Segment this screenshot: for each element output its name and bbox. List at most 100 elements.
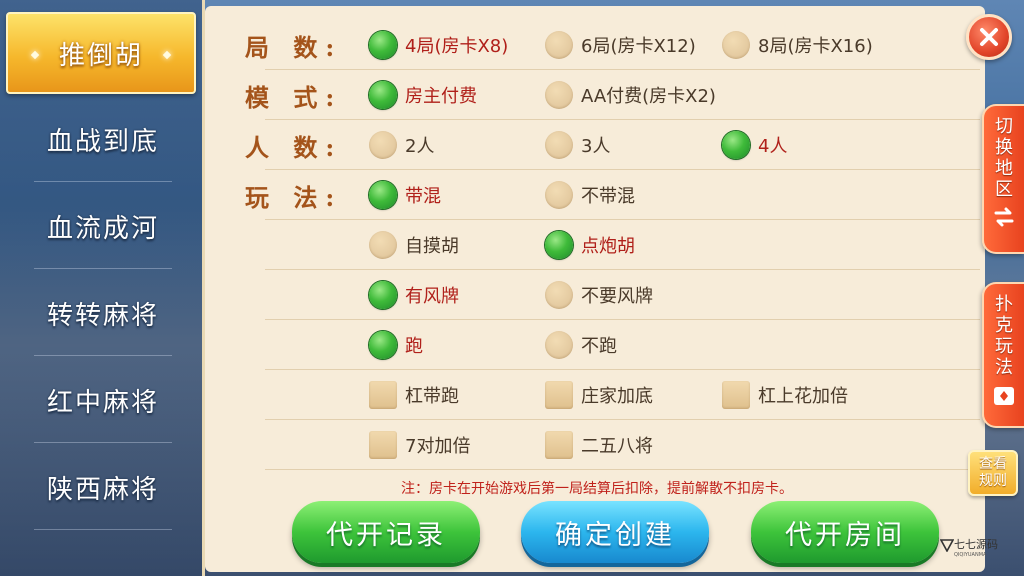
rounds-option-4[interactable]: 4局(房卡X8)	[369, 30, 508, 60]
radio-icon	[545, 31, 573, 59]
option-label: 3人	[581, 136, 611, 157]
checkbox-icon	[545, 431, 573, 459]
sidebar-item-label: 红中麻将	[46, 387, 159, 418]
option-label: 杠上花加倍	[758, 386, 848, 407]
poker-rules-label: 扑克玩法	[995, 294, 1013, 378]
radio-selected-icon	[369, 31, 397, 59]
watermark-title: 七七源码	[954, 538, 998, 551]
option-label: 自摸胡	[405, 236, 459, 257]
sparkle-icon	[30, 50, 40, 60]
radio-icon	[545, 331, 573, 359]
option-label: 8局(房卡X16)	[758, 36, 873, 57]
sidebar-item-shaanxi[interactable]: 陕西麻将	[28, 444, 178, 530]
option-label: 带混	[405, 186, 441, 207]
radio-icon	[545, 81, 573, 109]
game-type-sidebar: 推倒胡 血战到底 血流成河 转转麻将 红中麻将 陕西麻将	[0, 0, 205, 576]
sidebar-item-xueliuchenghe[interactable]: 血流成河	[28, 183, 178, 269]
sidebar-item-xuezhandaodi[interactable]: 血战到底	[28, 96, 178, 182]
option-label: 房主付费	[405, 86, 477, 107]
players-option-2[interactable]: 2人	[369, 130, 434, 160]
switch-region-label: 切换地区	[995, 116, 1013, 200]
sidebar-item-label: 血流成河	[46, 213, 159, 244]
rule-option-with-wind[interactable]: 有风牌	[369, 280, 459, 310]
option-label: 点炮胡	[581, 236, 635, 257]
players-label: 人 数:	[245, 133, 343, 162]
option-label: 有风牌	[405, 286, 459, 307]
rule-option-pao[interactable]: 跑	[369, 330, 423, 360]
rule-check-gangshanghua-double[interactable]: 杠上花加倍	[722, 380, 848, 410]
option-label: 4人	[758, 136, 788, 157]
rule-check-258-jiang[interactable]: 二五八将	[545, 430, 653, 460]
radio-icon	[545, 181, 573, 209]
rules-row-pao: 跑 不跑	[265, 320, 980, 370]
players-option-4[interactable]: 4人	[722, 130, 787, 160]
create-room-panel: 局 数: 4局(房卡X8) 6局(房卡X12) 8局(房卡X16) 模 式: 房…	[205, 6, 985, 572]
option-label: 跑	[405, 336, 423, 357]
option-label: 杠带跑	[405, 386, 459, 407]
mode-label: 模 式:	[245, 83, 343, 112]
rule-option-dianpaohu[interactable]: 点炮胡	[545, 230, 635, 260]
option-label: 4局(房卡X8)	[405, 36, 509, 57]
option-label: 7对加倍	[405, 436, 471, 457]
watermark-sub: QIQIYUANMA	[954, 552, 987, 558]
radio-selected-icon	[369, 281, 397, 309]
checkbox-icon	[545, 381, 573, 409]
option-label: 不跑	[581, 336, 617, 357]
sidebar-item-hongzhong[interactable]: 红中麻将	[28, 357, 178, 443]
rules-check-row-2: 7对加倍 二五八将	[265, 420, 980, 470]
radio-icon	[722, 31, 750, 59]
options-area: 局 数: 4局(房卡X8) 6局(房卡X12) 8局(房卡X16) 模 式: 房…	[245, 12, 980, 474]
sidebar-item-label: 转转麻将	[46, 300, 159, 331]
rule-option-zimohu[interactable]: 自摸胡	[369, 230, 459, 260]
sidebar-item-label: 推倒胡	[58, 40, 143, 71]
rules-row-wind: 有风牌 不要风牌	[265, 270, 980, 320]
rule-option-no-wind[interactable]: 不要风牌	[545, 280, 653, 310]
mode-row: 模 式: 房主付费 AA付费(房卡X2)	[245, 70, 980, 120]
radio-selected-icon	[545, 231, 573, 259]
sidebar-item-label: 血战到底	[46, 126, 159, 157]
radio-selected-icon	[369, 81, 397, 109]
close-button[interactable]	[966, 14, 1012, 60]
checkbox-icon	[722, 381, 750, 409]
rounds-label: 局 数:	[245, 33, 343, 62]
rounds-option-6[interactable]: 6局(房卡X12)	[545, 30, 696, 60]
rounds-option-8[interactable]: 8局(房卡X16)	[722, 30, 873, 60]
proxy-open-room-button[interactable]: 代开房间	[751, 501, 939, 563]
watermark: 七七源码 QIQIYUANMA	[938, 536, 1018, 562]
poker-rules-tab[interactable]: 扑克玩法	[982, 282, 1024, 428]
sidebar-item-label: 陕西麻将	[46, 474, 159, 505]
radio-icon	[545, 131, 573, 159]
rule-option-no-pao[interactable]: 不跑	[545, 330, 617, 360]
rule-check-7pairs-double[interactable]: 7对加倍	[369, 430, 470, 460]
radio-icon	[545, 281, 573, 309]
rules-row-hu: 自摸胡 点炮胡	[265, 220, 980, 270]
view-rules-line2: 规则	[979, 473, 1007, 489]
sparkle-icon	[162, 50, 172, 60]
rounds-row: 局 数: 4局(房卡X8) 6局(房卡X12) 8局(房卡X16)	[245, 20, 980, 70]
rule-option-with-hun[interactable]: 带混	[369, 180, 441, 210]
view-rules-button[interactable]: 查看 规则	[968, 450, 1018, 496]
option-label: AA付费(房卡X2)	[581, 86, 716, 107]
option-label: 庄家加底	[581, 386, 653, 407]
rules-label: 玩 法:	[245, 183, 343, 212]
option-label: 不要风牌	[581, 286, 653, 307]
sidebar-item-zhuanzhuan[interactable]: 转转麻将	[28, 270, 178, 356]
rule-check-dealer-base[interactable]: 庄家加底	[545, 380, 653, 410]
sidebar-item-tuidaohu[interactable]: 推倒胡	[6, 12, 196, 94]
checkbox-icon	[369, 381, 397, 409]
rule-check-gang-dai-pao[interactable]: 杠带跑	[369, 380, 459, 410]
mode-option-aa[interactable]: AA付费(房卡X2)	[545, 80, 716, 110]
rules-row-hun: 玩 法: 带混 不带混	[245, 170, 980, 220]
playing-card-icon	[994, 387, 1014, 405]
checkbox-icon	[369, 431, 397, 459]
rule-option-no-hun[interactable]: 不带混	[545, 180, 635, 210]
radio-selected-icon	[722, 131, 750, 159]
option-label: 二五八将	[581, 436, 653, 457]
switch-region-tab[interactable]: 切换地区	[982, 104, 1024, 254]
confirm-create-button[interactable]: 确定创建	[521, 501, 709, 563]
mode-option-host-pays[interactable]: 房主付费	[369, 80, 477, 110]
players-option-3[interactable]: 3人	[545, 130, 610, 160]
radio-selected-icon	[369, 181, 397, 209]
proxy-records-button[interactable]: 代开记录	[292, 501, 480, 563]
rules-check-row-1: 杠带跑 庄家加底 杠上花加倍	[265, 370, 980, 420]
